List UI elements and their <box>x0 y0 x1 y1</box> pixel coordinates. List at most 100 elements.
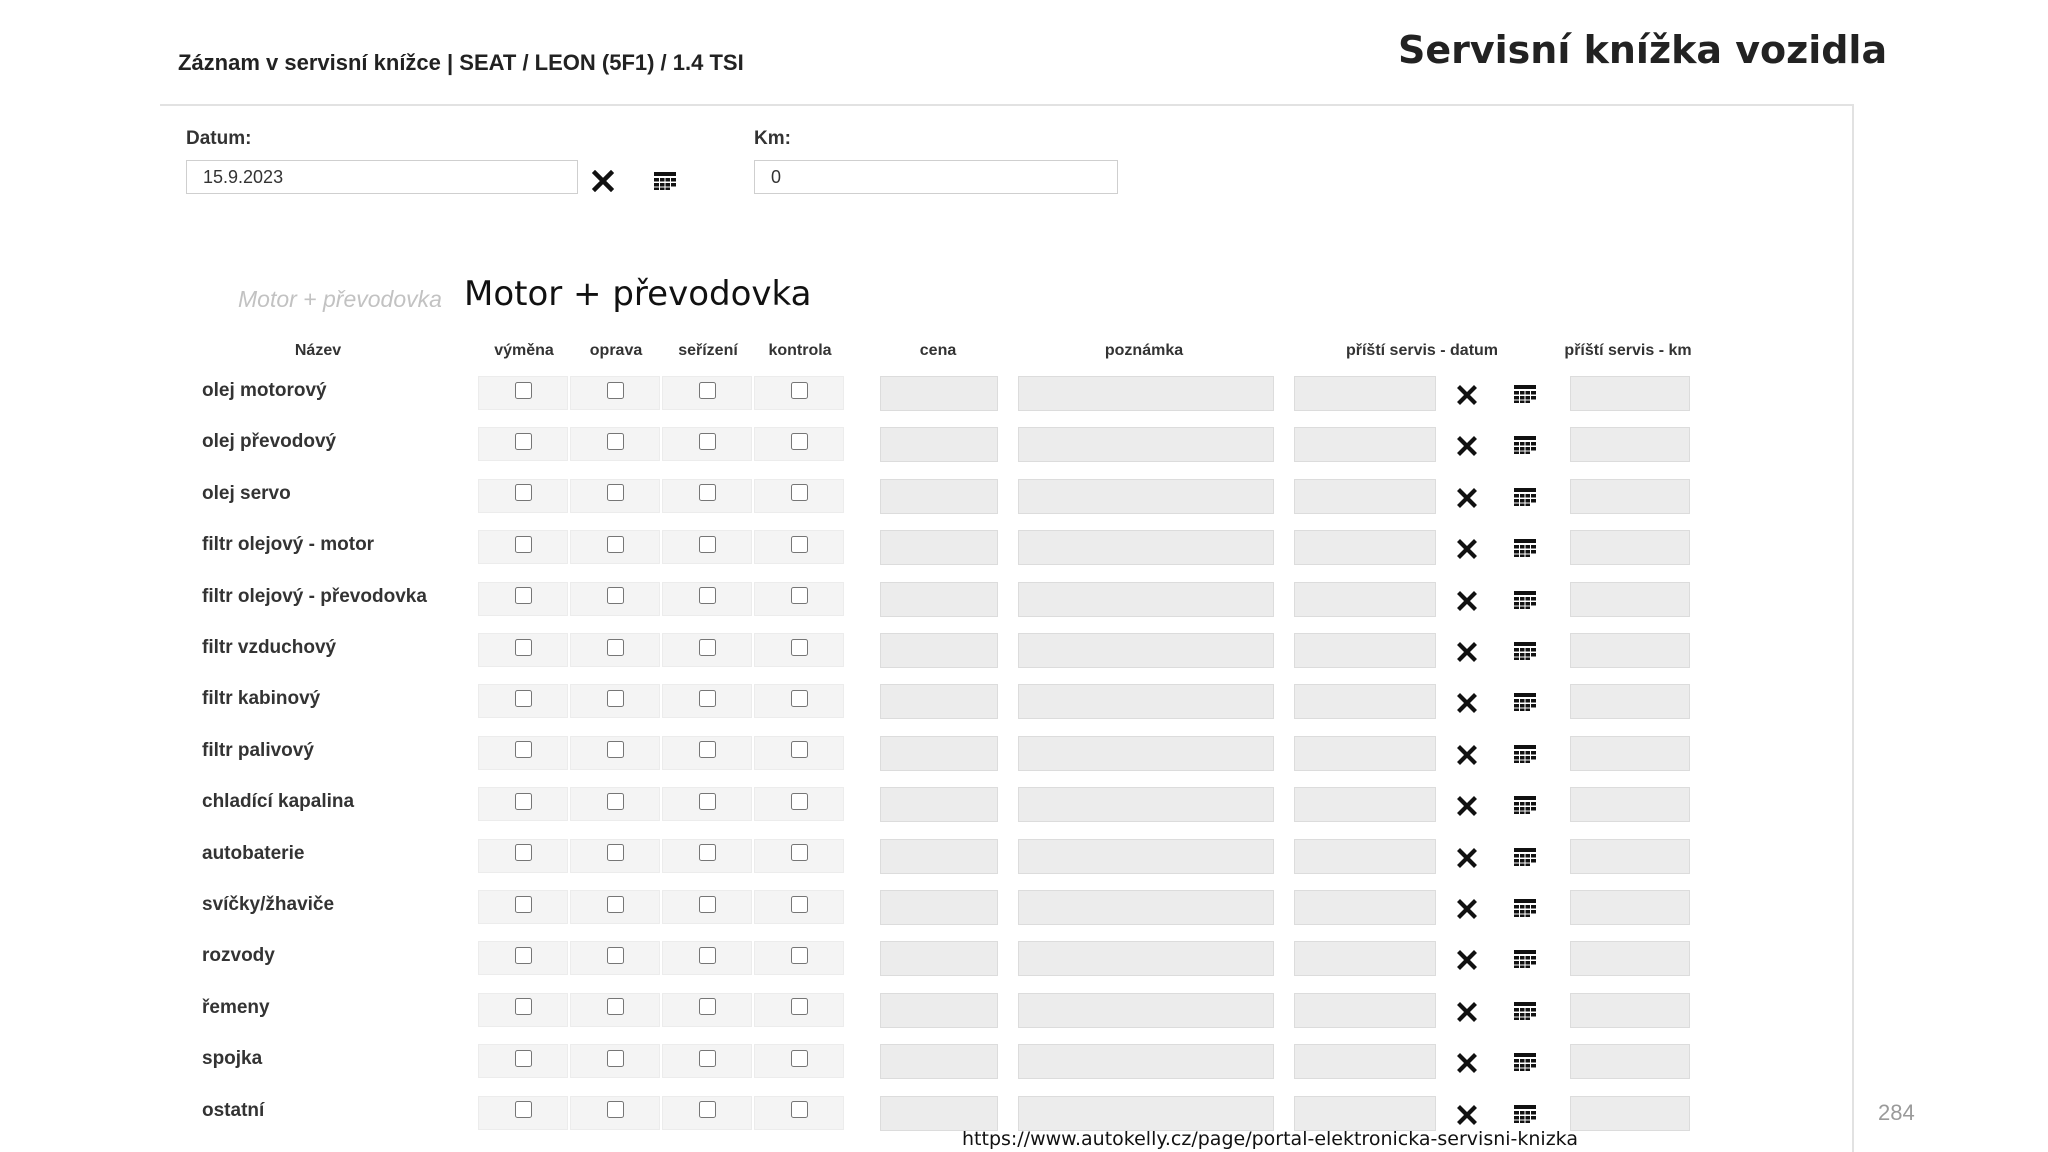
repair-checkbox[interactable] <box>606 998 624 1016</box>
adjust-checkbox[interactable] <box>698 946 716 964</box>
note-input[interactable] <box>1018 890 1274 925</box>
price-input[interactable] <box>880 1095 998 1131</box>
price-input[interactable] <box>880 1044 998 1080</box>
replace-checkbox[interactable] <box>514 689 532 707</box>
repair-checkbox[interactable] <box>606 381 624 399</box>
price-input[interactable] <box>880 787 998 823</box>
repair-checkbox[interactable] <box>606 432 624 450</box>
check-checkbox[interactable] <box>790 1101 808 1119</box>
calendar-icon[interactable] <box>1510 636 1540 666</box>
next-date-input[interactable] <box>1294 735 1436 771</box>
adjust-checkbox[interactable] <box>698 741 716 759</box>
repair-checkbox[interactable] <box>606 741 624 759</box>
note-input[interactable] <box>1018 684 1274 720</box>
clear-next-date-icon[interactable] <box>1452 380 1482 410</box>
next-date-input[interactable] <box>1294 992 1436 1028</box>
price-input[interactable] <box>880 530 998 566</box>
calendar-icon[interactable] <box>1510 996 1540 1026</box>
check-checkbox[interactable] <box>790 946 808 964</box>
next-date-input[interactable] <box>1294 1095 1436 1131</box>
replace-checkbox[interactable] <box>514 1049 532 1067</box>
price-input[interactable] <box>880 992 998 1028</box>
repair-checkbox[interactable] <box>606 946 624 964</box>
check-checkbox[interactable] <box>790 792 808 810</box>
replace-checkbox[interactable] <box>514 792 532 810</box>
calendar-icon[interactable] <box>1510 1047 1540 1077</box>
repair-checkbox[interactable] <box>606 1101 624 1119</box>
repair-checkbox[interactable] <box>606 587 624 605</box>
next-date-input[interactable] <box>1294 941 1436 977</box>
adjust-checkbox[interactable] <box>698 1049 716 1067</box>
adjust-checkbox[interactable] <box>698 587 716 605</box>
check-checkbox[interactable] <box>790 381 808 399</box>
repair-checkbox[interactable] <box>606 689 624 707</box>
next-km-input[interactable] <box>1570 890 1690 925</box>
next-date-input[interactable] <box>1294 530 1436 566</box>
clear-next-date-icon[interactable] <box>1452 740 1482 770</box>
next-date-input[interactable] <box>1294 787 1436 823</box>
clear-next-date-icon[interactable] <box>1452 1100 1482 1130</box>
replace-checkbox[interactable] <box>514 535 532 553</box>
next-km-input[interactable] <box>1570 581 1690 617</box>
next-date-input[interactable] <box>1294 581 1436 617</box>
next-km-input[interactable] <box>1570 992 1690 1028</box>
next-km-input[interactable] <box>1570 941 1690 977</box>
replace-checkbox[interactable] <box>514 946 532 964</box>
next-km-input[interactable] <box>1570 838 1690 874</box>
next-km-input[interactable] <box>1570 684 1690 720</box>
adjust-checkbox[interactable] <box>698 381 716 399</box>
clear-next-date-icon[interactable] <box>1452 637 1482 667</box>
check-checkbox[interactable] <box>790 844 808 862</box>
calendar-icon[interactable] <box>1510 687 1540 717</box>
check-checkbox[interactable] <box>790 587 808 605</box>
next-km-input[interactable] <box>1570 1095 1690 1131</box>
check-checkbox[interactable] <box>790 998 808 1016</box>
note-input[interactable] <box>1018 941 1274 977</box>
adjust-checkbox[interactable] <box>698 1101 716 1119</box>
next-date-input[interactable] <box>1294 890 1436 925</box>
price-input[interactable] <box>880 633 998 668</box>
clear-next-date-icon[interactable] <box>1452 1048 1482 1078</box>
price-input[interactable] <box>880 376 998 411</box>
note-input[interactable] <box>1018 376 1274 411</box>
note-input[interactable] <box>1018 838 1274 874</box>
calendar-icon[interactable] <box>1510 893 1540 923</box>
adjust-checkbox[interactable] <box>698 432 716 450</box>
clear-next-date-icon[interactable] <box>1452 894 1482 924</box>
clear-next-date-icon[interactable] <box>1452 483 1482 513</box>
note-input[interactable] <box>1018 478 1274 514</box>
next-km-input[interactable] <box>1570 787 1690 823</box>
replace-checkbox[interactable] <box>514 432 532 450</box>
replace-checkbox[interactable] <box>514 587 532 605</box>
date-field[interactable] <box>186 160 578 194</box>
price-input[interactable] <box>880 478 998 514</box>
calendar-icon[interactable] <box>1510 585 1540 615</box>
note-input[interactable] <box>1018 992 1274 1028</box>
calendar-icon[interactable] <box>650 166 680 196</box>
replace-checkbox[interactable] <box>514 484 532 502</box>
price-input[interactable] <box>880 581 998 617</box>
next-km-input[interactable] <box>1570 633 1690 668</box>
calendar-icon[interactable] <box>1510 790 1540 820</box>
next-date-input[interactable] <box>1294 478 1436 514</box>
note-input[interactable] <box>1018 735 1274 771</box>
next-date-input[interactable] <box>1294 633 1436 668</box>
adjust-checkbox[interactable] <box>698 535 716 553</box>
clear-next-date-icon[interactable] <box>1452 997 1482 1027</box>
replace-checkbox[interactable] <box>514 381 532 399</box>
next-km-input[interactable] <box>1570 376 1690 411</box>
check-checkbox[interactable] <box>790 484 808 502</box>
adjust-checkbox[interactable] <box>698 998 716 1016</box>
check-checkbox[interactable] <box>790 895 808 913</box>
clear-next-date-icon[interactable] <box>1452 945 1482 975</box>
replace-checkbox[interactable] <box>514 1101 532 1119</box>
adjust-checkbox[interactable] <box>698 895 716 913</box>
note-input[interactable] <box>1018 530 1274 566</box>
next-date-input[interactable] <box>1294 427 1436 463</box>
clear-date-icon[interactable] <box>588 166 618 196</box>
repair-checkbox[interactable] <box>606 535 624 553</box>
calendar-icon[interactable] <box>1510 739 1540 769</box>
note-input[interactable] <box>1018 1044 1274 1080</box>
next-date-input[interactable] <box>1294 684 1436 720</box>
replace-checkbox[interactable] <box>514 638 532 656</box>
